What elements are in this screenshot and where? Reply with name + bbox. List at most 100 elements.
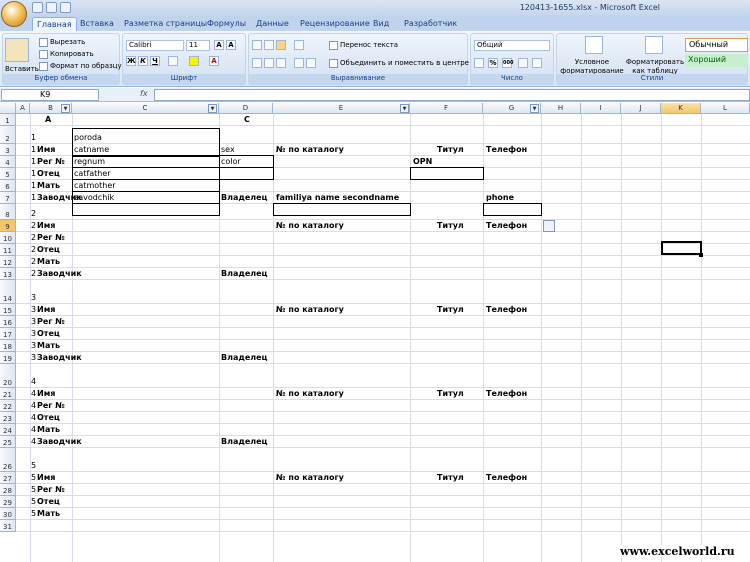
select-all-corner[interactable] (0, 103, 16, 114)
row-header-21[interactable]: 21 (0, 388, 16, 400)
row-header-6[interactable]: 6 (0, 180, 16, 192)
cell-r6-bl[interactable]: Мать (36, 180, 60, 192)
paste-button[interactable]: Вставить (5, 64, 39, 74)
align-right-icon[interactable] (276, 58, 286, 68)
row-header-16[interactable]: 16 (0, 316, 16, 328)
cell-r3-e[interactable]: № по каталогу (275, 144, 344, 156)
cell-r13-d[interactable]: Владелец (220, 268, 267, 280)
row-header-15[interactable]: 15 (0, 304, 16, 316)
italic-icon[interactable]: К (138, 56, 148, 66)
format-painter-button[interactable]: Формат по образцу (39, 61, 122, 71)
cell-r29-bl[interactable]: Отец (36, 496, 60, 508)
number-format-select[interactable]: Общий (474, 40, 550, 51)
spreadsheet-grid[interactable]: A B C D E F G H I J K L 1 2 3 4 5 6 7 8 9 10 11 12 13 14 15 16 17 18 1… (0, 103, 750, 562)
cell-r21-g[interactable]: Телефон (485, 388, 527, 400)
column-header-f[interactable]: F (410, 103, 483, 114)
filter-dropdown-icon[interactable]: ▼ (530, 104, 539, 113)
fill-color-icon[interactable] (189, 56, 199, 66)
cell-r27-e[interactable]: № по каталогу (275, 472, 344, 484)
row-header-9[interactable]: 9 (0, 220, 16, 232)
font-size-select[interactable]: 11 (186, 40, 210, 51)
cell-r26-b[interactable]: 5 (30, 460, 36, 472)
cell-r2-b[interactable]: 1 (30, 132, 36, 144)
cell-r30-bl[interactable]: Мать (36, 508, 60, 520)
row-header-4[interactable]: 4 (0, 156, 16, 168)
cell-r27-g[interactable]: Телефон (485, 472, 527, 484)
row-header-7[interactable]: 7 (0, 192, 16, 204)
currency-icon[interactable] (474, 58, 484, 68)
cell-r12-bl[interactable]: Мать (36, 256, 60, 268)
grow-font-icon[interactable]: A (214, 40, 224, 50)
font-name-select[interactable]: Calibri (126, 40, 184, 51)
cell-r18-bl[interactable]: Мать (36, 340, 60, 352)
wrap-text-button[interactable]: Перенос текста (329, 40, 398, 50)
office-button[interactable] (1, 1, 27, 27)
cell-r3-g[interactable]: Телефон (485, 144, 527, 156)
cell-r27-f[interactable]: Титул (436, 472, 464, 484)
formula-input[interactable] (154, 89, 750, 101)
cell-r15-f[interactable]: Титул (436, 304, 464, 316)
filter-dropdown-icon[interactable]: ▼ (208, 104, 217, 113)
tab-view[interactable]: Вид (369, 17, 393, 31)
row-header-10[interactable]: 10 (0, 232, 16, 244)
cell-r22-bl[interactable]: Рег № (36, 400, 65, 412)
borders-icon[interactable] (168, 56, 178, 66)
decrease-decimal-icon[interactable] (532, 58, 542, 68)
cell-r20-b[interactable]: 4 (30, 376, 36, 388)
row-header-14[interactable]: 14 (0, 280, 16, 304)
column-header-e[interactable]: E (273, 103, 410, 114)
cell-r24-bl[interactable]: Мать (36, 424, 60, 436)
cell-r15-g[interactable]: Телефон (485, 304, 527, 316)
cell-r11-bl[interactable]: Отец (36, 244, 60, 256)
cell-r17-bl[interactable]: Отец (36, 328, 60, 340)
cell-r9-g[interactable]: Телефон (485, 220, 527, 232)
row-header-27[interactable]: 27 (0, 472, 16, 484)
column-header-h[interactable]: H (541, 103, 581, 114)
cell-r9-bl[interactable]: Имя (36, 220, 55, 232)
cell-r10-bl[interactable]: Рег № (36, 232, 65, 244)
fill-handle[interactable] (699, 253, 703, 257)
underline-icon[interactable]: Ч (150, 56, 160, 66)
row-header-13[interactable]: 13 (0, 268, 16, 280)
cell-r25-bl[interactable]: Заводчик (36, 436, 82, 448)
cell-header-a[interactable]: A (44, 114, 51, 126)
column-header-a[interactable]: A (16, 103, 30, 114)
row-header-12[interactable]: 12 (0, 256, 16, 268)
row-header-11[interactable]: 11 (0, 244, 16, 256)
row-header-28[interactable]: 28 (0, 484, 16, 496)
row-header-30[interactable]: 30 (0, 508, 16, 520)
bold-icon[interactable]: Ж (126, 56, 136, 66)
tab-review[interactable]: Рецензирование (296, 17, 374, 31)
paste-options-icon[interactable] (543, 220, 555, 232)
cut-button[interactable]: Вырезать (39, 37, 85, 47)
style-normal[interactable]: Обычный (685, 38, 748, 52)
row-header-22[interactable]: 22 (0, 400, 16, 412)
align-center-icon[interactable] (264, 58, 274, 68)
row-header-5[interactable]: 5 (0, 168, 16, 180)
column-header-l[interactable]: L (701, 103, 750, 114)
cell-r27-bl[interactable]: Имя (36, 472, 55, 484)
tab-formulas[interactable]: Формулы (203, 17, 250, 31)
orientation-icon[interactable] (294, 40, 304, 50)
copy-button[interactable]: Копировать (39, 49, 94, 59)
cell-r15-bl[interactable]: Имя (36, 304, 55, 316)
insert-function-icon[interactable]: fx (140, 89, 148, 98)
increase-indent-icon[interactable] (306, 58, 316, 68)
filter-dropdown-icon[interactable]: ▼ (61, 104, 70, 113)
cell-r3-bl[interactable]: Имя (36, 144, 55, 156)
cell-r16-bl[interactable]: Рег № (36, 316, 65, 328)
style-good[interactable]: Хороший (685, 54, 748, 67)
font-color-icon[interactable]: A (209, 56, 219, 66)
cell-r4-bl[interactable]: Рег № (36, 156, 65, 168)
row-header-26[interactable]: 26 (0, 448, 16, 472)
align-bottom-icon[interactable] (276, 40, 286, 50)
cell-r28-bl[interactable]: Рег № (36, 484, 65, 496)
paste-icon[interactable] (5, 38, 29, 62)
row-header-29[interactable]: 29 (0, 496, 16, 508)
cell-r7-d[interactable]: Владелец (220, 192, 267, 204)
row-header-19[interactable]: 19 (0, 352, 16, 364)
filter-dropdown-icon[interactable]: ▼ (400, 104, 409, 113)
increase-decimal-icon[interactable] (518, 58, 528, 68)
cell-r5-bl[interactable]: Отец (36, 168, 60, 180)
cell-r8-b[interactable]: 2 (30, 208, 36, 220)
